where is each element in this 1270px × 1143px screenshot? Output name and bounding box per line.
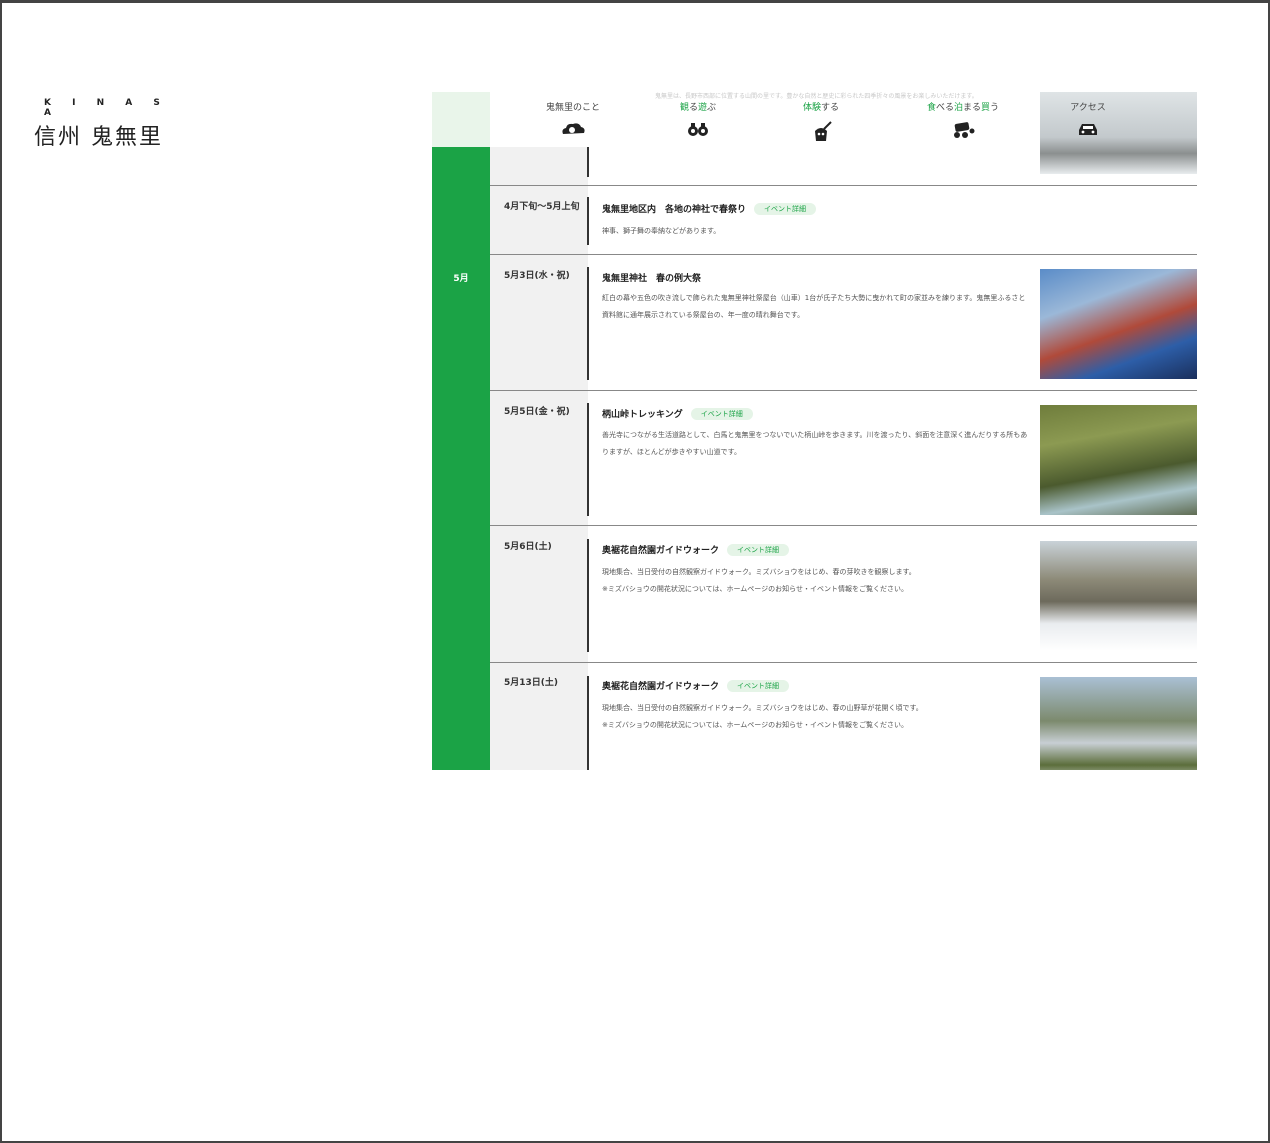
car-icon: [1058, 121, 1118, 141]
nav-item-sightseeing[interactable]: 観る遊ぶ: [673, 100, 723, 141]
month-label: 5月: [453, 274, 469, 284]
month-column: [432, 92, 490, 770]
row-divider: [490, 525, 1197, 526]
logo-name: 信州 鬼無里: [34, 125, 163, 150]
site-logo[interactable]: K I N A S A 信州 鬼無里: [34, 98, 174, 151]
event-date: 5月6日(土): [504, 542, 552, 552]
event-title: 鬼無里地区内 各地の神社で春祭り イベント詳細: [602, 202, 817, 215]
event-date: 5月5日(金・祝): [504, 407, 570, 417]
nav-label: 食べる泊まる買う: [926, 103, 1000, 113]
timeline-bar: [587, 403, 589, 516]
event-detail-button[interactable]: イベント詳細: [727, 544, 790, 556]
event-description: 紅白の幕や五色の吹き流しで飾られた鬼無里神社祭屋台（山車）1台が氏子たち大勢に曳…: [602, 294, 1026, 319]
event-title: 奥裾花自然園ガイドウォーク イベント詳細: [602, 679, 790, 692]
event-description: 善光寺につながる生活道路として、白馬と鬼無里をつないでいた柄山峠を歩きます。川を…: [602, 431, 1028, 456]
nav-item-access[interactable]: アクセス: [1058, 100, 1118, 141]
event-date: 5月13日(土): [504, 678, 559, 688]
events-panel: 鬼無里は、長野市西部に位置する山間の里です。豊かな自然と歴史に彩られた四季折々の…: [432, 92, 1197, 770]
logo-romaji: K I N A S A: [44, 98, 169, 118]
festival-photo: [1040, 269, 1197, 379]
event-title: 柄山峠トレッキング イベント詳細: [602, 407, 753, 420]
nav-label: 観る遊ぶ: [679, 103, 717, 113]
row-divider: [490, 185, 1197, 186]
event-date: 4月下旬〜5月上旬: [504, 202, 580, 212]
row-divider: [490, 662, 1197, 663]
timeline-bar: [587, 197, 589, 245]
skunk-cabbage-photo: [1040, 677, 1197, 770]
row-divider: [490, 390, 1197, 391]
nav-item-experience[interactable]: 体験する: [796, 100, 846, 147]
timeline-bar: [587, 676, 589, 770]
trekking-photo: [1040, 405, 1197, 515]
timeline-bar: [587, 147, 589, 177]
nav-item-about[interactable]: 鬼無里のこと: [538, 100, 608, 141]
event-description: 現地集合、当日受付の自然観察ガイドウォーク。ミズバショウをはじめ、春の山野草が花…: [602, 704, 923, 729]
event-description: 現地集合、当日受付の自然観察ガイドウォーク。ミズバショウをはじめ、春の芽吹きを観…: [602, 568, 916, 593]
timeline-bar: [587, 267, 589, 380]
event-detail-button[interactable]: イベント詳細: [754, 203, 817, 215]
date-column: [490, 92, 588, 770]
cloud-icon: [538, 121, 608, 141]
event-title: 鬼無里神社 春の例大祭: [602, 274, 702, 284]
nav-label: アクセス: [1070, 103, 1106, 113]
nav-item-food-stay-shop[interactable]: 食べる泊まる買う: [918, 100, 1008, 143]
basket-icon: [918, 121, 1008, 143]
event-description: 神事、獅子舞の奉納などがあります。: [602, 227, 721, 235]
event-date: 5月3日(水・祝): [504, 271, 570, 281]
timeline-bar: [587, 539, 589, 652]
demon-icon: [796, 121, 846, 147]
event-detail-button[interactable]: イベント詳細: [727, 680, 790, 692]
binoculars-icon: [673, 121, 723, 141]
month-column-top: [432, 92, 490, 147]
nav-label: 鬼無里のこと: [545, 103, 600, 113]
global-nav: 鬼無里は、長野市西部に位置する山間の里です。豊かな自然と歴史に彩られた四季折々の…: [490, 92, 1197, 174]
nav-label: 体験する: [802, 103, 840, 113]
row-divider: [490, 254, 1197, 255]
forest-photo: [1040, 541, 1197, 651]
event-title: 奥裾花自然園ガイドウォーク イベント詳細: [602, 543, 790, 556]
event-detail-button[interactable]: イベント詳細: [690, 408, 753, 420]
